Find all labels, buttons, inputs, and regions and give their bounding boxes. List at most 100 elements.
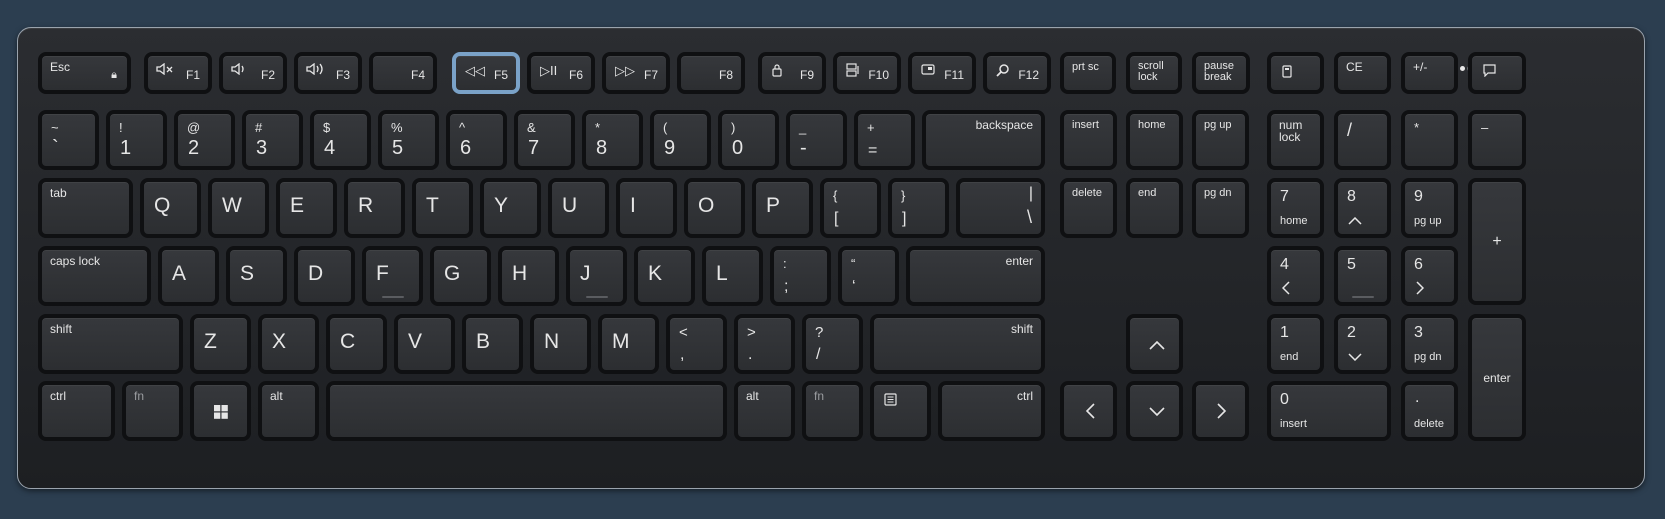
key-5[interactable]: % 5 (378, 110, 439, 170)
key-delete[interactable]: delete (1060, 178, 1117, 238)
key-numpad-0[interactable]: 0 insert (1267, 381, 1391, 441)
key-right-fn[interactable]: fn (802, 381, 863, 441)
key-k[interactable]: K (634, 246, 695, 306)
key-f11[interactable]: F11 (908, 52, 976, 94)
key-i[interactable]: I (616, 178, 677, 238)
key-left-shift[interactable]: shift (38, 314, 183, 374)
key-w[interactable]: W (208, 178, 269, 238)
key-quote[interactable]: “ ‘ (838, 246, 899, 306)
key-6[interactable]: ^ 6 (446, 110, 507, 170)
key-f2[interactable]: F2 (219, 52, 287, 94)
key-backspace[interactable]: backspace (922, 110, 1045, 170)
key-numpad-minus[interactable]: – (1468, 110, 1526, 170)
key-8[interactable]: * 8 (582, 110, 643, 170)
key-f3[interactable]: F3 (294, 52, 362, 94)
key-minus[interactable]: _ - (786, 110, 847, 170)
key-4[interactable]: $ 4 (310, 110, 371, 170)
key-right-alt[interactable]: alt (734, 381, 795, 441)
key-numpad-2[interactable]: 2 (1334, 314, 1391, 374)
key-end[interactable]: end (1126, 178, 1183, 238)
key-f8[interactable]: F8 (677, 52, 745, 94)
key-1[interactable]: ! 1 (106, 110, 167, 170)
key-caps-lock[interactable]: caps lock (38, 246, 151, 306)
key-insert[interactable]: insert (1060, 110, 1117, 170)
key-f10[interactable]: F10 (833, 52, 901, 94)
key-a[interactable]: A (158, 246, 219, 306)
key-slash[interactable]: ? / (802, 314, 863, 374)
key-0[interactable]: ) 0 (718, 110, 779, 170)
key-2[interactable]: @ 2 (174, 110, 235, 170)
key-f9[interactable]: F9 (758, 52, 826, 94)
key-numpad-4[interactable]: 4 (1267, 246, 1324, 306)
key-space[interactable] (326, 381, 727, 441)
key-numpad-slash[interactable]: / (1334, 110, 1391, 170)
key-z[interactable]: Z (190, 314, 251, 374)
key-g[interactable]: G (430, 246, 491, 306)
key-f6[interactable]: ▷II F6 (527, 52, 595, 94)
key-home[interactable]: home (1126, 110, 1183, 170)
key-numpad-6[interactable]: 6 (1401, 246, 1458, 306)
key-f1[interactable]: F1 (144, 52, 212, 94)
key-f7[interactable]: ▷▷ F7 (602, 52, 670, 94)
key-numlock[interactable]: num lock (1267, 110, 1324, 170)
key-numpad-dot[interactable]: . delete (1401, 381, 1458, 441)
key-ce[interactable]: CE (1334, 52, 1391, 94)
key-numpad-5[interactable]: 5 (1334, 246, 1391, 306)
key-prtsc[interactable]: prt sc (1060, 52, 1116, 94)
key-j[interactable]: J (566, 246, 627, 306)
key-right-shift[interactable]: shift (870, 314, 1045, 374)
key-chat[interactable] (1468, 52, 1526, 94)
key-arrow-down[interactable] (1126, 381, 1183, 441)
key-arrow-right[interactable] (1192, 381, 1249, 441)
key-3[interactable]: # 3 (242, 110, 303, 170)
key-f12[interactable]: F12 (983, 52, 1051, 94)
key-f4[interactable]: F4 (369, 52, 437, 94)
key-f5[interactable]: ◁◁ F5 (452, 52, 520, 94)
key-windows[interactable] (190, 381, 251, 441)
key-right-bracket[interactable]: } ] (888, 178, 949, 238)
key-o[interactable]: O (684, 178, 745, 238)
key-numpad-3[interactable]: 3 pg dn (1401, 314, 1458, 374)
key-9[interactable]: ( 9 (650, 110, 711, 170)
key-v[interactable]: V (394, 314, 455, 374)
key-numpad-1[interactable]: 1 end (1267, 314, 1324, 374)
key-backslash[interactable]: | \ (956, 178, 1045, 238)
key-p[interactable]: P (752, 178, 813, 238)
key-c[interactable]: C (326, 314, 387, 374)
key-period[interactable]: > . (734, 314, 795, 374)
key-calculator[interactable] (1267, 52, 1324, 94)
key-h[interactable]: H (498, 246, 559, 306)
key-left-bracket[interactable]: { [ (820, 178, 881, 238)
key-n[interactable]: N (530, 314, 591, 374)
key-m[interactable]: M (598, 314, 659, 374)
key-numpad-8[interactable]: 8 (1334, 178, 1391, 238)
key-tab[interactable]: tab (38, 178, 133, 238)
key-fn[interactable]: fn (122, 381, 183, 441)
key-d[interactable]: D (294, 246, 355, 306)
key-u[interactable]: U (548, 178, 609, 238)
key-tilde[interactable]: ~ ` (38, 110, 99, 170)
key-q[interactable]: Q (140, 178, 201, 238)
key-pgup[interactable]: pg up (1192, 110, 1249, 170)
key-enter[interactable]: enter (906, 246, 1045, 306)
key-y[interactable]: Y (480, 178, 541, 238)
key-esc[interactable]: Esc 🔒︎ (38, 52, 131, 94)
key-pause-break[interactable]: pause break (1192, 52, 1250, 94)
key-r[interactable]: R (344, 178, 405, 238)
key-numpad-star[interactable]: * (1401, 110, 1458, 170)
key-7[interactable]: & 7 (514, 110, 575, 170)
key-left-alt[interactable]: alt (258, 381, 319, 441)
key-semicolon[interactable]: : ; (770, 246, 831, 306)
key-menu[interactable] (870, 381, 931, 441)
key-arrow-left[interactable] (1060, 381, 1117, 441)
key-l[interactable]: L (702, 246, 763, 306)
key-e[interactable]: E (276, 178, 337, 238)
key-comma[interactable]: < , (666, 314, 727, 374)
key-x[interactable]: X (258, 314, 319, 374)
key-numpad-9[interactable]: 9 pg up (1401, 178, 1458, 238)
key-right-ctrl[interactable]: ctrl (938, 381, 1045, 441)
key-scroll-lock[interactable]: scroll lock (1126, 52, 1182, 94)
key-numpad-enter[interactable]: enter (1468, 314, 1526, 441)
key-s[interactable]: S (226, 246, 287, 306)
key-equals[interactable]: + = (854, 110, 915, 170)
